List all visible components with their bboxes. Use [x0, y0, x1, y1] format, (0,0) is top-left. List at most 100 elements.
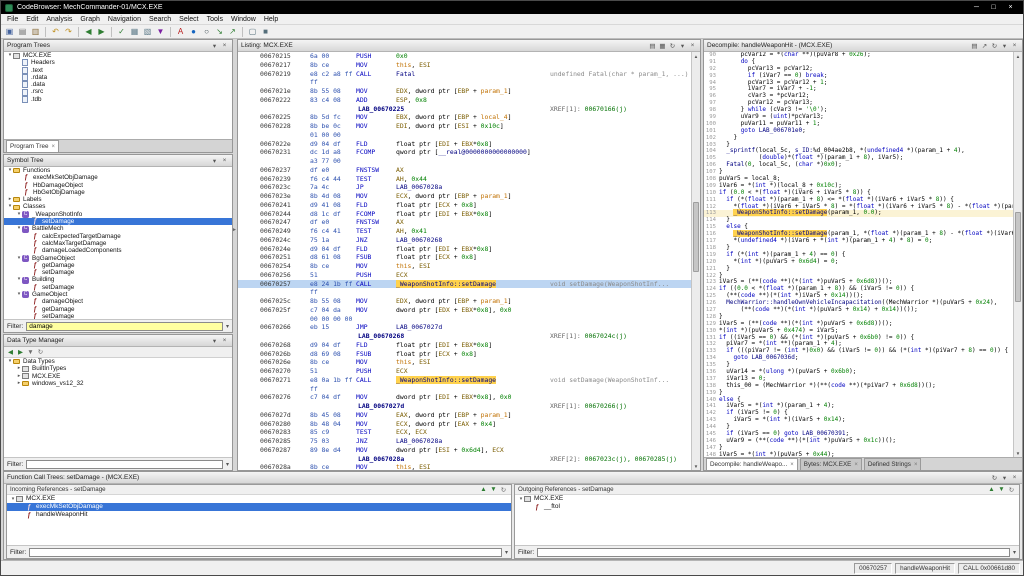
scroll-down-icon[interactable]: ▼ — [1014, 449, 1022, 457]
decompile-line[interactable]: 138 this_00 = (MechWarrior *)(**(code **… — [704, 383, 1013, 390]
listing-row[interactable]: 00670247df e0FNSTSWAX — [238, 218, 691, 227]
tab-close-icon[interactable]: × — [52, 144, 56, 150]
listing-row[interactable]: 00670219e8 c2 a8 ffCALLFatalundefined Fa… — [238, 70, 691, 79]
decompile-line[interactable]: 106 Fatal(0, local_5c, (char *)0x0); — [704, 162, 1013, 169]
listing-row[interactable]: 00670268d9 04 dfFLDfloat ptr [EDI + EBX*… — [238, 341, 691, 350]
decompile-line[interactable]: 143 iVar5 = *(int *)(iVar5 + 0x14); — [704, 417, 1013, 424]
symbol-tree-filter-input[interactable] — [26, 322, 223, 331]
listing-row[interactable]: 00670239f6 c4 44TESTAH, 0x44 — [238, 175, 691, 184]
tree-item-text[interactable]: .text — [4, 67, 232, 74]
listing-row[interactable]: 00670271e8 0a 1b ffCALL_WeaponShotInfo::… — [238, 376, 691, 385]
menu-help[interactable]: Help — [260, 14, 282, 25]
minimize-button[interactable]: ─ — [968, 1, 985, 14]
tree-item-weaponshotinfo[interactable]: ▾C_WeaponShotInfo — [4, 211, 232, 218]
data-type-filter-input[interactable] — [26, 460, 223, 469]
filter-options-icon[interactable]: ▾ — [505, 549, 508, 556]
panel-close-icon[interactable]: × — [1010, 473, 1019, 482]
scroll-down-icon[interactable]: ▼ — [692, 462, 700, 470]
collapse-all-icon[interactable]: ▲ — [987, 485, 996, 494]
tree-item-bggameobject[interactable]: ▾CBgGameObject — [4, 255, 232, 262]
scroll-up-icon[interactable]: ▲ — [692, 52, 700, 60]
decompile-line[interactable]: 127 (**(code **)(*(int *)(puVar5 + 0x14)… — [704, 307, 1013, 314]
menu-window[interactable]: Window — [227, 14, 260, 25]
menu-file[interactable]: File — [3, 14, 22, 25]
splitter-collapse-icon[interactable]: ► — [232, 227, 237, 233]
listing-row[interactable]: 0067025651PUSHECX — [238, 271, 691, 280]
export-icon[interactable]: ↗ — [980, 41, 989, 50]
navigate-next-icon[interactable]: ↘ — [214, 26, 225, 37]
listing-row[interactable]: 0067028385 c9TESTECX, ECX — [238, 428, 691, 437]
decompile-line[interactable]: 101 goto LAB_006701e0; — [704, 128, 1013, 135]
decompile-scrollbar[interactable]: ▲ ▼ — [1013, 52, 1022, 457]
listing-row[interactable]: 01 00 00 — [238, 131, 691, 140]
listing-row[interactable]: 0067027d8b 45 08MOVEAX, dword ptr [EBP +… — [238, 411, 691, 420]
menu-graph[interactable]: Graph — [76, 14, 103, 25]
outgoing-filter-input[interactable] — [537, 548, 1010, 557]
tab-decompile-handleweapo[interactable]: Decompile: handleWeapo...× — [706, 458, 798, 470]
dtm-refresh-icon[interactable]: ↻ — [36, 348, 45, 357]
listing-row[interactable]: 0067023e8b 4d 08MOVECX, dword ptr [EBP +… — [238, 192, 691, 201]
decompile-line[interactable]: 113 _WeaponShotInfo::setDamage(param_1, … — [704, 210, 1013, 217]
listing-row[interactable]: 00670249f6 c4 41TESTAH, 0x41 — [238, 227, 691, 236]
panel-menu-icon[interactable]: ▾ — [210, 41, 219, 50]
listing-row[interactable]: 006702178b ceMOVthis, ESI — [238, 61, 691, 70]
analysis-icon[interactable]: A — [175, 26, 186, 37]
listing-row[interactable]: 0067023c7a 4cJPLAB_0067028a — [238, 183, 691, 192]
tree-item-setdamage[interactable]: fsetDamage — [4, 218, 232, 225]
toggle-fields-icon[interactable]: ▦ — [658, 41, 667, 50]
tree-item-mcx-exe[interactable]: ▾MCX.EXE — [515, 495, 1019, 503]
expand-all-icon[interactable]: ▼ — [997, 485, 1006, 494]
forward-icon[interactable]: ▶ — [96, 26, 107, 37]
filter-options-icon[interactable]: ▾ — [1013, 549, 1016, 556]
scroll-thumb[interactable] — [693, 202, 699, 272]
tree-item-getdamage[interactable]: fgetDamage — [4, 262, 232, 269]
listing-row[interactable]: ff — [238, 385, 691, 394]
listing-row[interactable]: 0067024ed9 04 dfFLDfloat ptr [EDI + EBX*… — [238, 245, 691, 254]
tree-item-data[interactable]: .data — [4, 81, 232, 88]
tree-item-gameobject[interactable]: ▾CGameObject — [4, 291, 232, 298]
dtm-back-icon[interactable]: ◀ — [6, 348, 15, 357]
tree-item-setdamage[interactable]: fsetDamage — [4, 284, 232, 291]
listing-row[interactable]: 00670237df e0FNSTSWAX — [238, 166, 691, 175]
expand-all-icon[interactable]: ▼ — [489, 485, 498, 494]
tab-bytes-mcx-exe[interactable]: Bytes: MCX.EXE× — [800, 458, 862, 470]
listing-row[interactable]: 00670266eb 15JMPLAB_0067027d — [238, 323, 691, 332]
listing-row[interactable]: 0067028a8b ceMOVthis, ESI — [238, 463, 691, 470]
tree-item-damageobject[interactable]: fdamageObject — [4, 298, 232, 305]
tree-item-battlemech[interactable]: ▾CBattleMech — [4, 225, 232, 232]
decompile-line[interactable]: 102 } — [704, 135, 1013, 142]
tree-item-rsrc[interactable]: .rsrc — [4, 88, 232, 95]
tree-item-getdamage[interactable]: fgetDamage — [4, 306, 232, 313]
listing-row[interactable]: 0067022283 c4 08ADDESP, 0x8 — [238, 96, 691, 105]
back-icon[interactable]: ◀ — [83, 26, 94, 37]
console-icon[interactable]: ■ — [260, 26, 271, 37]
tab-defined-strings[interactable]: Defined Strings× — [864, 458, 922, 470]
tree-item-hbdamageobject[interactable]: fHbDamageObject — [4, 182, 232, 189]
refresh-icon[interactable]: ↻ — [668, 41, 677, 50]
register-view-icon[interactable]: ▧ — [142, 26, 153, 37]
listing-row[interactable]: 0067026bd8 69 08FSUBfloat ptr [ECX + 0x8… — [238, 350, 691, 359]
tree-item-headers[interactable]: Headers — [4, 59, 232, 66]
menu-analysis[interactable]: Analysis — [42, 14, 76, 25]
panel-close-icon[interactable]: × — [688, 41, 697, 50]
tree-item-data-types[interactable]: ▾Data Types — [4, 358, 232, 365]
program-trees-header[interactable]: Program Trees ▾× — [4, 40, 232, 52]
menu-edit[interactable]: Edit — [22, 14, 42, 25]
listing-row[interactable]: a3 77 00 — [238, 157, 691, 166]
tree-item-builtintypes[interactable]: ▸BuiltInTypes — [4, 365, 232, 372]
listing-row[interactable]: 00670231dc 1d a8FCOMPqword ptr [__real@0… — [238, 148, 691, 157]
listing-row[interactable]: 00670257e8 24 1b ffCALL_WeaponShotInfo::… — [238, 280, 691, 289]
listing-row[interactable]: 0067028575 03JNZLAB_0067028a — [238, 437, 691, 446]
tree-item-setdamage[interactable]: fsetDamage — [4, 269, 232, 276]
listing-row[interactable]: 0067025fc7 04 daMOVdword ptr [EDX + EBX*… — [238, 306, 691, 315]
tree-item-functions[interactable]: ▾Functions — [4, 167, 232, 174]
listing-row[interactable]: 0067022ed9 04 dfFLDfloat ptr [EDI + EBX*… — [238, 140, 691, 149]
listing-row[interactable]: 006702156a 00PUSH0x0 — [238, 52, 691, 61]
listing-label-row[interactable]: LAB_00670225XREF[1]: 00670166(j) — [238, 105, 691, 114]
incoming-filter-input[interactable] — [29, 548, 502, 557]
data-type-manager-header[interactable]: Data Type Manager ▾× — [4, 335, 232, 347]
filter-options-icon[interactable]: ▾ — [226, 461, 229, 468]
panel-close-icon[interactable]: × — [1010, 41, 1019, 50]
refresh-icon[interactable]: ↻ — [1007, 485, 1016, 494]
collapse-all-icon[interactable]: ▲ — [479, 485, 488, 494]
